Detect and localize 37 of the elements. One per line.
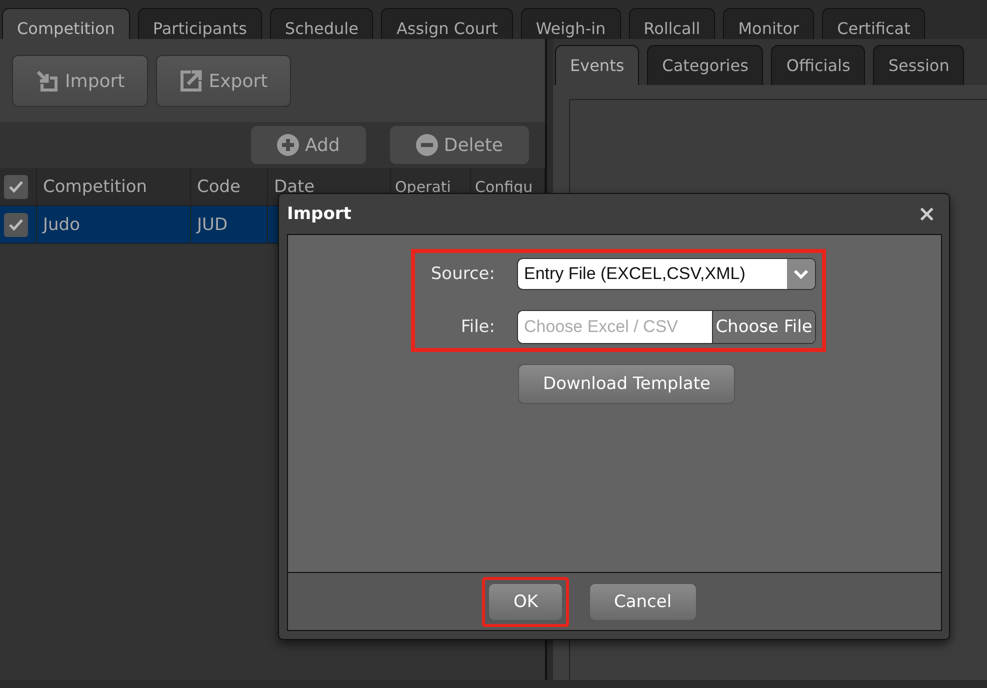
field-label: Source: bbox=[430, 264, 495, 284]
ok-button[interactable]: OK bbox=[488, 582, 563, 620]
toolbar-button[interactable]: Import bbox=[12, 55, 148, 107]
tab[interactable]: Participants bbox=[138, 8, 262, 39]
file-field[interactable]: Choose Excel / CSV Choose File bbox=[517, 310, 816, 344]
checkbox[interactable] bbox=[4, 174, 28, 198]
table-cell: JUD bbox=[197, 214, 228, 234]
choose-file-button[interactable]: Choose File bbox=[712, 311, 815, 343]
tab[interactable]: Rollcall bbox=[628, 8, 716, 39]
toolbar-button[interactable]: Delete bbox=[390, 126, 530, 164]
field-label: File: bbox=[460, 317, 495, 337]
tab[interactable]: Events bbox=[555, 45, 640, 85]
tab[interactable]: Assign Court bbox=[381, 8, 513, 39]
toolbar-button[interactable]: Add bbox=[251, 126, 366, 164]
tab[interactable]: Weigh-in bbox=[520, 8, 621, 39]
cancel-button[interactable]: Cancel bbox=[588, 582, 697, 620]
tab[interactable]: Categories bbox=[647, 45, 764, 85]
column-header[interactable]: Code bbox=[191, 168, 268, 205]
download-template-button[interactable]: Download Template bbox=[518, 364, 736, 404]
tab[interactable]: Session bbox=[873, 45, 964, 85]
import-icon bbox=[35, 69, 59, 93]
checkbox[interactable] bbox=[4, 212, 28, 236]
dialog-title: Import bbox=[287, 204, 352, 224]
minus-icon bbox=[416, 134, 438, 156]
toolbar-button[interactable]: Export bbox=[156, 55, 291, 107]
table-cell: Judo bbox=[43, 214, 80, 234]
source-select[interactable]: Entry File (EXCEL,CSV,XML) bbox=[517, 258, 816, 290]
close-button[interactable]: × bbox=[912, 202, 942, 226]
chevron-down-icon bbox=[793, 269, 809, 279]
tab[interactable]: Officials bbox=[771, 45, 866, 85]
export-icon bbox=[178, 69, 203, 93]
tab[interactable]: Competition bbox=[2, 8, 130, 39]
tab[interactable]: Schedule bbox=[270, 8, 374, 39]
tab[interactable]: Monitor bbox=[723, 8, 814, 39]
column-header[interactable]: Competition bbox=[37, 168, 191, 205]
tab[interactable]: Certificat bbox=[822, 8, 926, 39]
plus-icon bbox=[277, 134, 299, 156]
